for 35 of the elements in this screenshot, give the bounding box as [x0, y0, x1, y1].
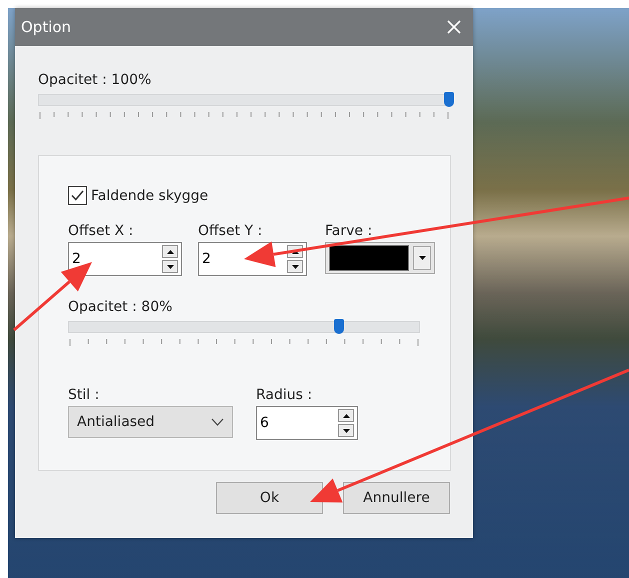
checkmark-icon — [71, 190, 84, 201]
slider-thumb[interactable] — [444, 92, 454, 107]
dropdown-button[interactable] — [413, 246, 431, 270]
down-arrow-icon — [166, 264, 174, 268]
field-label: Offset Y : — [198, 223, 264, 239]
increment-button[interactable] — [162, 245, 178, 258]
style-dropdown[interactable]: Antialiased — [68, 406, 233, 438]
decrement-button[interactable] — [338, 424, 354, 437]
field-label: Farve : — [325, 223, 374, 239]
close-icon[interactable] — [447, 20, 461, 34]
down-arrow-icon — [342, 428, 350, 432]
number-spin-field[interactable]: 6 — [256, 406, 358, 440]
up-arrow-icon — [342, 414, 350, 418]
decrement-button[interactable] — [287, 260, 303, 273]
field-label: Stil : — [68, 387, 100, 403]
increment-button[interactable] — [338, 409, 354, 422]
up-arrow-icon — [166, 250, 174, 254]
dialog-button[interactable]: Annullere — [343, 482, 450, 514]
number-spin-field[interactable]: 2 — [68, 242, 182, 276]
field-label: Radius : — [256, 387, 314, 403]
chevron-down-icon — [211, 418, 224, 426]
opacity-label: Opacitet : 100% — [38, 72, 152, 88]
down-arrow-icon — [292, 264, 298, 268]
slider-thumb[interactable] — [334, 319, 344, 334]
up-arrow-icon — [292, 250, 298, 254]
checkbox[interactable] — [68, 186, 87, 205]
slider-track[interactable] — [68, 321, 420, 333]
color-picker[interactable] — [325, 242, 435, 274]
down-arrow-icon — [418, 256, 426, 260]
checkbox-label: Faldende skygge — [91, 188, 208, 204]
window-title: Option — [21, 18, 72, 36]
decrement-button[interactable] — [162, 260, 178, 273]
dialog-button[interactable]: Ok — [216, 482, 323, 514]
opacity-label: Opacitet : 80% — [68, 299, 172, 315]
field-label: Offset X : — [68, 223, 134, 239]
